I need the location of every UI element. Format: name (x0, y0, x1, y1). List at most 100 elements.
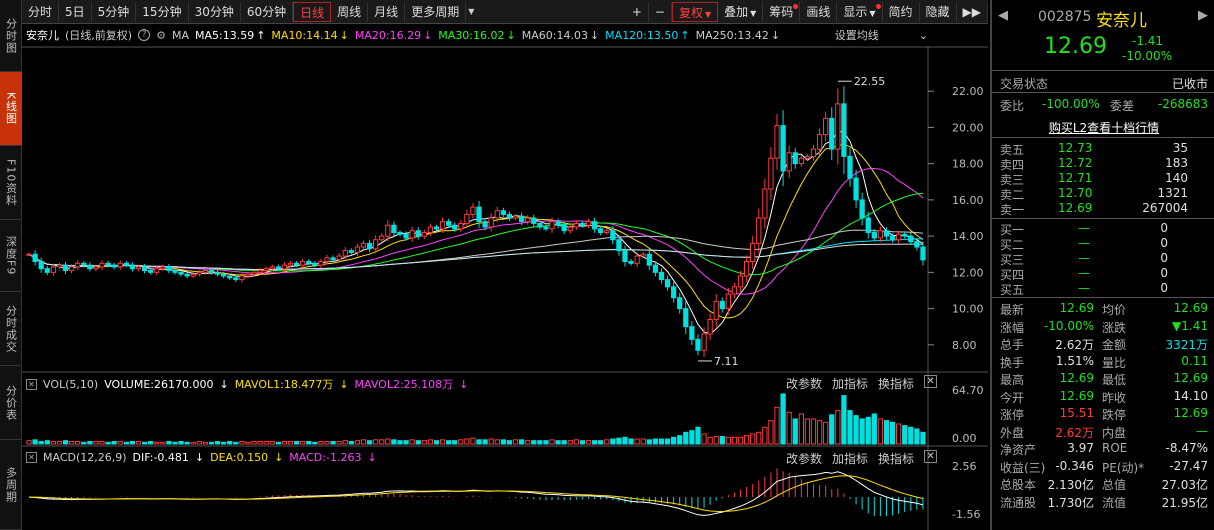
candle-body (622, 250, 628, 262)
period-tab-8[interactable]: 月线 (368, 1, 406, 22)
tool-button-0[interactable]: 复权 ▼ (671, 1, 719, 22)
stat-value: 12.69 (1059, 388, 1094, 403)
left-tab-5[interactable]: 分价表 (0, 366, 22, 440)
vol-panel-buttons: 改参数 加指标 换指标 ✕ (776, 375, 938, 392)
period-tab-9[interactable]: 更多周期 (405, 1, 467, 22)
volume-bar (439, 439, 446, 445)
volume-bar (391, 439, 397, 445)
macd-close-icon[interactable]: ✕ (26, 452, 37, 463)
volume-bar (433, 440, 440, 445)
period-tab-1[interactable]: 5日 (59, 1, 92, 22)
candle-body (26, 253, 32, 256)
period-tab-3[interactable]: 15分钟 (136, 1, 189, 22)
volume-bar (300, 440, 306, 445)
volume-bar (549, 439, 555, 445)
macd-axis-bottom: -1.56 (952, 508, 980, 521)
left-tab-3[interactable]: 深度F9 (0, 220, 22, 292)
volume-bar (421, 440, 427, 445)
stat-row: 总手 2.62万 金额 3321万 (992, 336, 1214, 352)
volume-bar (823, 421, 829, 445)
stock-name: 安奈儿 (1096, 11, 1147, 31)
stat-row: 最新 12.69 均价 12.69 (992, 301, 1214, 317)
period-tab-5[interactable]: 60分钟 (241, 1, 294, 22)
sell-price: 12.73 (1058, 141, 1093, 155)
vol-close-icon[interactable]: ✕ (26, 378, 37, 390)
vol-add-indicator-button[interactable]: 加指标 (832, 375, 868, 392)
period-tab-2[interactable]: 5分钟 (92, 1, 137, 22)
volume-bar (403, 440, 409, 445)
candle-body (561, 224, 567, 232)
tool-button-6[interactable]: 隐藏 (920, 1, 957, 22)
tool-label: 简约 (888, 4, 913, 19)
period-tab-6[interactable]: 日线 (293, 1, 332, 22)
stat-label: 涨幅 (1000, 320, 1025, 335)
volume-bar (750, 433, 756, 445)
volume-bar (251, 440, 257, 445)
buy-l2-button[interactable]: 购买L2查看十档行情 (1049, 121, 1159, 135)
left-tab-2[interactable]: F10资料 (0, 146, 22, 220)
zoom-in-button[interactable]: + (626, 1, 649, 22)
tool-button-1[interactable]: 叠加 ▼ (718, 1, 764, 22)
buy-volume: 0 (1160, 281, 1168, 295)
candle-body (239, 275, 245, 281)
candle-body (853, 177, 859, 201)
candle-body (859, 199, 865, 219)
candle-body (56, 264, 63, 268)
stat-label: 涨停 (1000, 408, 1025, 422)
macd-change-indicator-button[interactable]: 换指标 (878, 450, 914, 467)
prev-stock-icon[interactable]: ◀ (998, 8, 1008, 23)
candle-body (373, 239, 379, 250)
volume-bar (379, 439, 385, 445)
volume-bar (591, 440, 598, 445)
left-tab-0[interactable]: 分时图 (0, 0, 22, 72)
chevron-down-icon[interactable]: ⌄ (919, 29, 928, 42)
ma-item-5: MA120:13.50 (605, 28, 679, 42)
candle-body (129, 264, 136, 270)
macd-axis-top: 2.56 (952, 460, 977, 473)
vol-change-indicator-button[interactable]: 换指标 (878, 375, 914, 392)
tool-button-5[interactable]: 简约 (883, 1, 920, 22)
tool-button-4[interactable]: 显示 ▼ (837, 1, 883, 22)
volume-bar (622, 436, 628, 445)
next-stock-icon[interactable]: ▶ (1198, 8, 1208, 23)
volume-bar (476, 439, 482, 445)
stat-value: ▼1.41 (1172, 318, 1208, 333)
candle-body (810, 148, 817, 157)
expand-toolbar-button[interactable]: ▶▶ (957, 1, 988, 22)
macd-add-indicator-button[interactable]: 加指标 (832, 450, 868, 467)
left-tab-4[interactable]: 分时成交 (0, 292, 22, 366)
vol-close-icon[interactable]: ✕ (924, 375, 938, 388)
period-tab-0[interactable]: 分时 (22, 1, 60, 22)
price-tick-label: 14.00 (952, 230, 984, 243)
stat-value: 12.69 (1059, 301, 1094, 315)
volume-bar (458, 439, 464, 445)
ma-items: MA5:13.59 ↑ MA10:14.14 ↓ MA20:16.29 ↓ MA30:16.… (195, 29, 786, 42)
vol-volume: VOLUME:26170.000 (104, 377, 214, 391)
macd-macd: MACD:-1.263 (289, 451, 362, 464)
volume-bar (245, 441, 251, 445)
ma-settings-button[interactable]: 设置均线 (835, 27, 879, 43)
volume-bar (889, 421, 896, 445)
volume-bar (148, 440, 154, 445)
vol-edit-params-button[interactable]: 改参数 (786, 375, 822, 392)
sell-volume: 1321 (1157, 186, 1188, 200)
left-tab-1[interactable]: K线图 (0, 72, 22, 146)
candle-body (610, 230, 616, 241)
volume-bar (512, 439, 519, 445)
gear-icon[interactable]: ⚙ (156, 29, 166, 42)
candle-body (202, 270, 209, 273)
candle-body (269, 266, 275, 270)
tool-button-2[interactable]: 筹码 (763, 1, 801, 22)
sell-volume: 35 (1172, 141, 1188, 155)
macd-edit-params-button[interactable]: 改参数 (786, 450, 822, 467)
tool-label: 复权 (678, 5, 703, 20)
period-tab-4[interactable]: 30分钟 (189, 1, 241, 22)
macd-close-icon[interactable]: ✕ (924, 450, 938, 463)
candle-body (743, 260, 750, 277)
tool-button-3[interactable]: 画线 (800, 1, 838, 22)
left-tab-6[interactable]: 多周期 (0, 440, 22, 530)
question-icon[interactable]: ? (138, 29, 151, 41)
period-tab-7[interactable]: 周线 (331, 1, 369, 22)
zoom-out-button[interactable]: − (649, 1, 672, 22)
sell-volume: 267004 (1142, 201, 1188, 215)
